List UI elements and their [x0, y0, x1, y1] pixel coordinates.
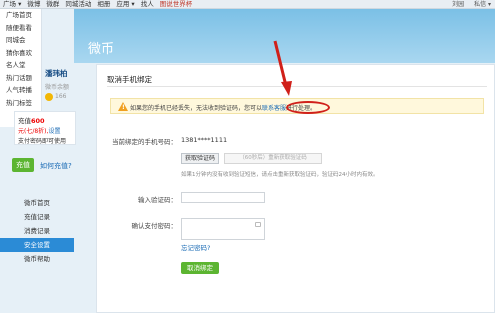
sidebar-item-hot-tags[interactable]: 热门标签: [0, 97, 41, 110]
contact-support-link[interactable]: 联系客服: [262, 105, 286, 112]
menu-item-recharge-records[interactable]: 充值记录: [0, 210, 74, 224]
resend-code-button[interactable]: （60秒后）重新获取验证码: [224, 153, 322, 164]
menu-item-wallet-help[interactable]: 微币帮助: [0, 252, 74, 266]
pay-password-input[interactable]: [181, 218, 265, 240]
top-nav: 广场 ▾ 微博 微群 同城活动 相册 应用 ▾ 找人 图说世界杯: [3, 0, 192, 9]
code-hint: 如果1分钟内没有收到验证短信，请点击重新获取验证码，验证码24小时内有效。: [181, 172, 379, 178]
sidebar-item-guess[interactable]: 猜你喜欢: [0, 47, 41, 60]
menu-item-wallet-home[interactable]: 微币首页: [0, 196, 74, 210]
lock-icon: [255, 222, 261, 227]
user-name-link[interactable]: 刘园: [452, 0, 464, 9]
phone-value: 1381****1111: [181, 136, 228, 144]
warning-text-before: 如果您的手机已经丢失，无法收到验证码，您可以: [130, 105, 263, 112]
sidebar-item-popular[interactable]: 人气转播: [0, 84, 41, 97]
recharge-button[interactable]: 充值: [12, 158, 34, 172]
unbind-button[interactable]: 取消绑定: [181, 262, 219, 274]
how-to-recharge-link[interactable]: 如何充值?: [40, 161, 72, 171]
promo-discount: 元(七/8折),: [18, 128, 49, 135]
warning-icon: !: [118, 102, 128, 111]
top-nav-bar: 广场 ▾ 微博 微群 同城活动 相册 应用 ▾ 找人 图说世界杯 刘园 私信 ▾: [0, 0, 495, 9]
promo-box: 充值600 元(七/8折),设置 支付密码即可使用: [14, 111, 76, 145]
sidebar-item-city[interactable]: 同城会: [0, 34, 41, 47]
sidebar-item-browse[interactable]: 随便看看: [0, 22, 41, 35]
pay-password-label: 确认支付密码：: [131, 222, 178, 230]
nav-tongcheng[interactable]: 同城活动: [65, 0, 91, 9]
section-heading: 取消手机绑定: [107, 75, 152, 84]
sidebar-item-home[interactable]: 广场首页: [0, 9, 41, 22]
annotation-circle: [286, 101, 330, 114]
wallet-menu: 微币首页 充值记录 消费记录 安全设置 微币帮助: [0, 196, 74, 266]
promo-amount: 600: [31, 117, 45, 125]
forgot-password-link[interactable]: 忘记密码?: [181, 242, 210, 252]
coin-amount: 166: [55, 93, 67, 100]
code-label: 输入验证码：: [138, 196, 177, 204]
warning-notice: ! 如果您的手机已经丢失，无法收到验证码，您可以联系客服进行处理。: [110, 98, 484, 114]
promo-settings-link[interactable]: 设置: [48, 128, 60, 135]
heading-divider: [107, 86, 487, 87]
messages-link[interactable]: 私信 ▾: [474, 0, 491, 9]
phone-label: 当前绑定的手机号码：: [112, 138, 177, 146]
sidebar-item-hot-topics[interactable]: 热门话题: [0, 72, 41, 85]
user-profile: 潘玮柏 微币余额 166: [42, 62, 76, 102]
nav-xiangce[interactable]: 相册: [97, 0, 110, 9]
nav-zhaoren[interactable]: 找人: [141, 0, 154, 9]
coin-icon: [45, 93, 53, 101]
profile-name[interactable]: 潘玮柏: [45, 68, 68, 79]
nav-guangchang[interactable]: 广场 ▾: [3, 0, 21, 9]
page-title: 微币: [88, 42, 115, 57]
nav-weiqun[interactable]: 微群: [46, 0, 59, 9]
promo-prefix: 充值: [18, 117, 31, 125]
promo-line-1: 充值600: [18, 115, 45, 125]
balance-label: 微币余额: [45, 84, 70, 91]
nav-yingyong[interactable]: 应用 ▾: [116, 0, 134, 9]
top-nav-right: 刘园 私信 ▾: [452, 0, 491, 9]
site-sidebar: 广场首页 随便看看 同城会 猜你喜欢 名人堂 热门话题 人气转播 热门标签: [0, 9, 42, 127]
promo-line-2: 元(七/8折),设置: [18, 126, 60, 135]
menu-item-security-settings[interactable]: 安全设置: [0, 238, 74, 252]
promo-line-3: 支付密码即可使用: [18, 138, 67, 145]
nav-worldcup[interactable]: 图说世界杯: [160, 0, 193, 9]
menu-item-spending-records[interactable]: 消费记录: [0, 224, 74, 238]
nav-weibo[interactable]: 微博: [27, 0, 40, 9]
verification-code-input[interactable]: [181, 192, 265, 203]
get-code-button[interactable]: 获取验证码: [181, 153, 219, 164]
main-card: 取消手机绑定 ! 如果您的手机已经丢失，无法收到验证码，您可以联系客服进行处理。…: [96, 64, 495, 313]
page-banner: 微币: [74, 9, 495, 63]
sidebar-item-celebrities[interactable]: 名人堂: [0, 59, 41, 72]
